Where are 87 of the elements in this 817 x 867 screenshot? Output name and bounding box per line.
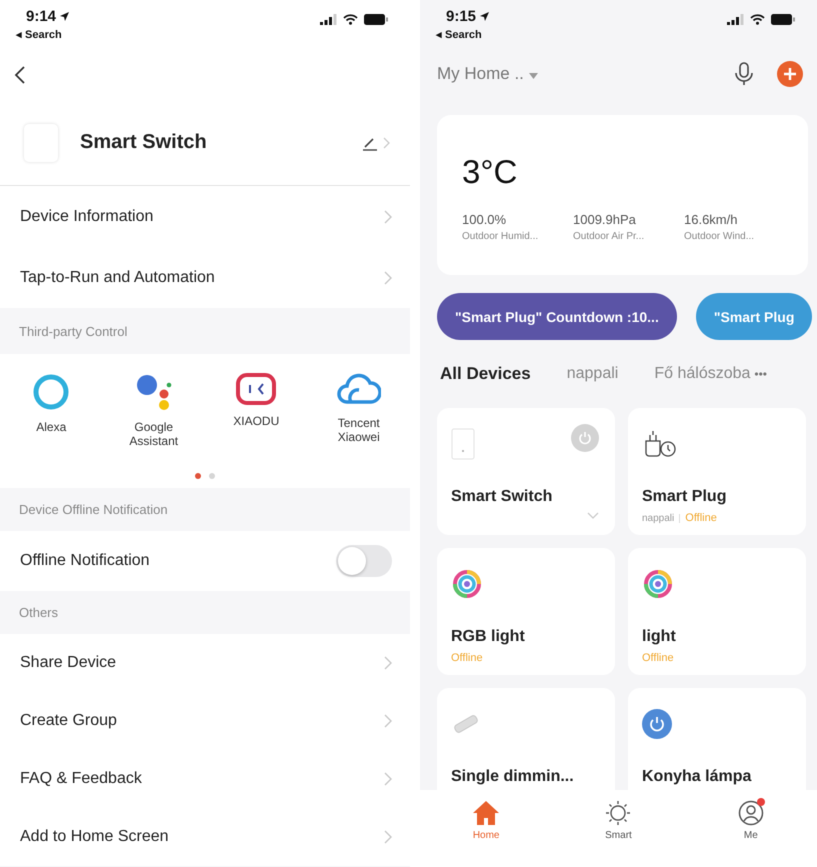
page-dot[interactable] xyxy=(209,473,215,479)
service-label[interactable]: XIAODU xyxy=(216,414,296,428)
device-card[interactable]: Single dimmin... xyxy=(437,688,615,790)
weather-label: Outdoor Humid... xyxy=(462,231,540,242)
add-button[interactable] xyxy=(777,61,803,87)
caret-icon xyxy=(528,73,538,79)
row-label: Tap-to-Run and Automation xyxy=(20,268,215,286)
weather-value: 100.0% xyxy=(462,212,508,227)
device-name: RGB light xyxy=(451,628,526,646)
device-card[interactable]: Konyha lámpa xyxy=(628,688,806,790)
chevron-icon xyxy=(384,830,392,844)
weather-label: Outdoor Wind... xyxy=(684,231,756,242)
back-to-app-link[interactable]: ◂ Search xyxy=(16,28,70,41)
device-name: Konyha lámpa xyxy=(642,768,752,786)
microphone-icon[interactable] xyxy=(735,62,753,86)
power-icon xyxy=(642,709,672,739)
service-label[interactable]: Google Assistant xyxy=(114,420,194,448)
home-selector[interactable]: My Home .. xyxy=(437,64,711,84)
section-header: Others xyxy=(19,605,58,620)
device-room: nappali xyxy=(642,512,674,524)
more-button[interactable]: ••• xyxy=(754,367,768,381)
device-name: Smart Plug xyxy=(642,488,728,506)
battery-icon xyxy=(364,14,388,24)
service-label[interactable]: Tencent Xiaowei xyxy=(318,416,399,444)
chevron-icon xyxy=(384,772,392,786)
chevron-icon xyxy=(384,714,392,728)
page-dot[interactable] xyxy=(195,473,201,479)
power-icon xyxy=(578,431,592,445)
divider xyxy=(679,514,680,522)
row-label: Device Information xyxy=(20,208,154,226)
signal-icon xyxy=(727,14,744,24)
rgb-ring-icon xyxy=(642,568,674,600)
edit-icon[interactable] xyxy=(362,134,392,150)
weather-label: Outdoor Air Pr... xyxy=(573,231,646,242)
status-time: 9:14 xyxy=(26,8,56,25)
section-header: Device Offline Notification xyxy=(19,502,168,517)
ring-icon xyxy=(31,372,72,412)
settings-row[interactable]: Device Information xyxy=(0,186,410,247)
row-label: Add to Home Screen xyxy=(20,828,169,846)
device-card[interactable]: light Offline xyxy=(628,548,806,675)
signal-icon xyxy=(320,14,337,24)
back-icon[interactable] xyxy=(14,65,26,85)
settings-row[interactable]: FAQ & Feedback xyxy=(0,750,410,808)
row-label: Create Group xyxy=(20,712,117,730)
settings-row[interactable]: Create Group xyxy=(0,692,410,750)
row-label: FAQ & Feedback xyxy=(20,770,142,788)
chevron-icon xyxy=(384,656,392,670)
device-status: Offline xyxy=(451,652,483,664)
settings-row[interactable]: Tap-to-Run and Automation xyxy=(0,247,410,308)
status-time: 9:15 xyxy=(446,8,476,25)
profile-icon xyxy=(738,800,764,826)
section-header: Third-party Control xyxy=(19,324,128,338)
scene-button[interactable]: "Smart Plug" Countdown :10... xyxy=(437,293,677,340)
home-icon xyxy=(472,800,500,826)
plus-icon xyxy=(783,67,797,81)
device-name: light xyxy=(642,628,677,646)
settings-row[interactable]: Add to Home Screen xyxy=(0,808,410,866)
tab-bar-item[interactable]: Me xyxy=(710,800,791,867)
chevron-icon xyxy=(384,270,392,284)
location-arrow-icon xyxy=(59,11,70,22)
location-arrow-icon xyxy=(479,11,490,22)
device-name: Smart Switch xyxy=(80,131,208,154)
wifi-icon xyxy=(343,14,358,24)
device-card[interactable]: RGB light Offline xyxy=(437,548,615,675)
device-name: Smart Switch xyxy=(451,488,554,506)
robot-face-icon xyxy=(235,372,278,406)
row-label: Offline Notification xyxy=(20,552,150,570)
back-to-app-link[interactable]: ◂ Search xyxy=(436,28,490,41)
device-status: Offline xyxy=(642,652,674,664)
tab-bar-item[interactable]: Smart xyxy=(578,800,658,867)
device-name: Single dimmin... xyxy=(451,768,575,786)
service-label[interactable]: Alexa xyxy=(11,420,92,434)
switch-icon xyxy=(451,428,475,460)
weather-value: 1009.9hPa xyxy=(573,212,637,227)
device-status: Offline xyxy=(685,512,717,524)
settings-row[interactable]: Share Device xyxy=(0,634,410,692)
temperature: 3°C xyxy=(462,153,518,191)
sun-icon xyxy=(605,800,632,826)
device-card[interactable]: Smart Plug nappali Offline xyxy=(628,408,806,535)
battery-icon xyxy=(771,14,795,24)
wifi-icon xyxy=(750,14,765,24)
rgb-ring-icon xyxy=(451,568,483,600)
row-label: Share Device xyxy=(20,654,116,672)
toggle-switch[interactable] xyxy=(336,545,392,577)
chevron-icon xyxy=(384,210,392,224)
weather-value: 16.6km/h xyxy=(684,212,738,227)
room-tab[interactable]: All Devices xyxy=(440,364,531,384)
